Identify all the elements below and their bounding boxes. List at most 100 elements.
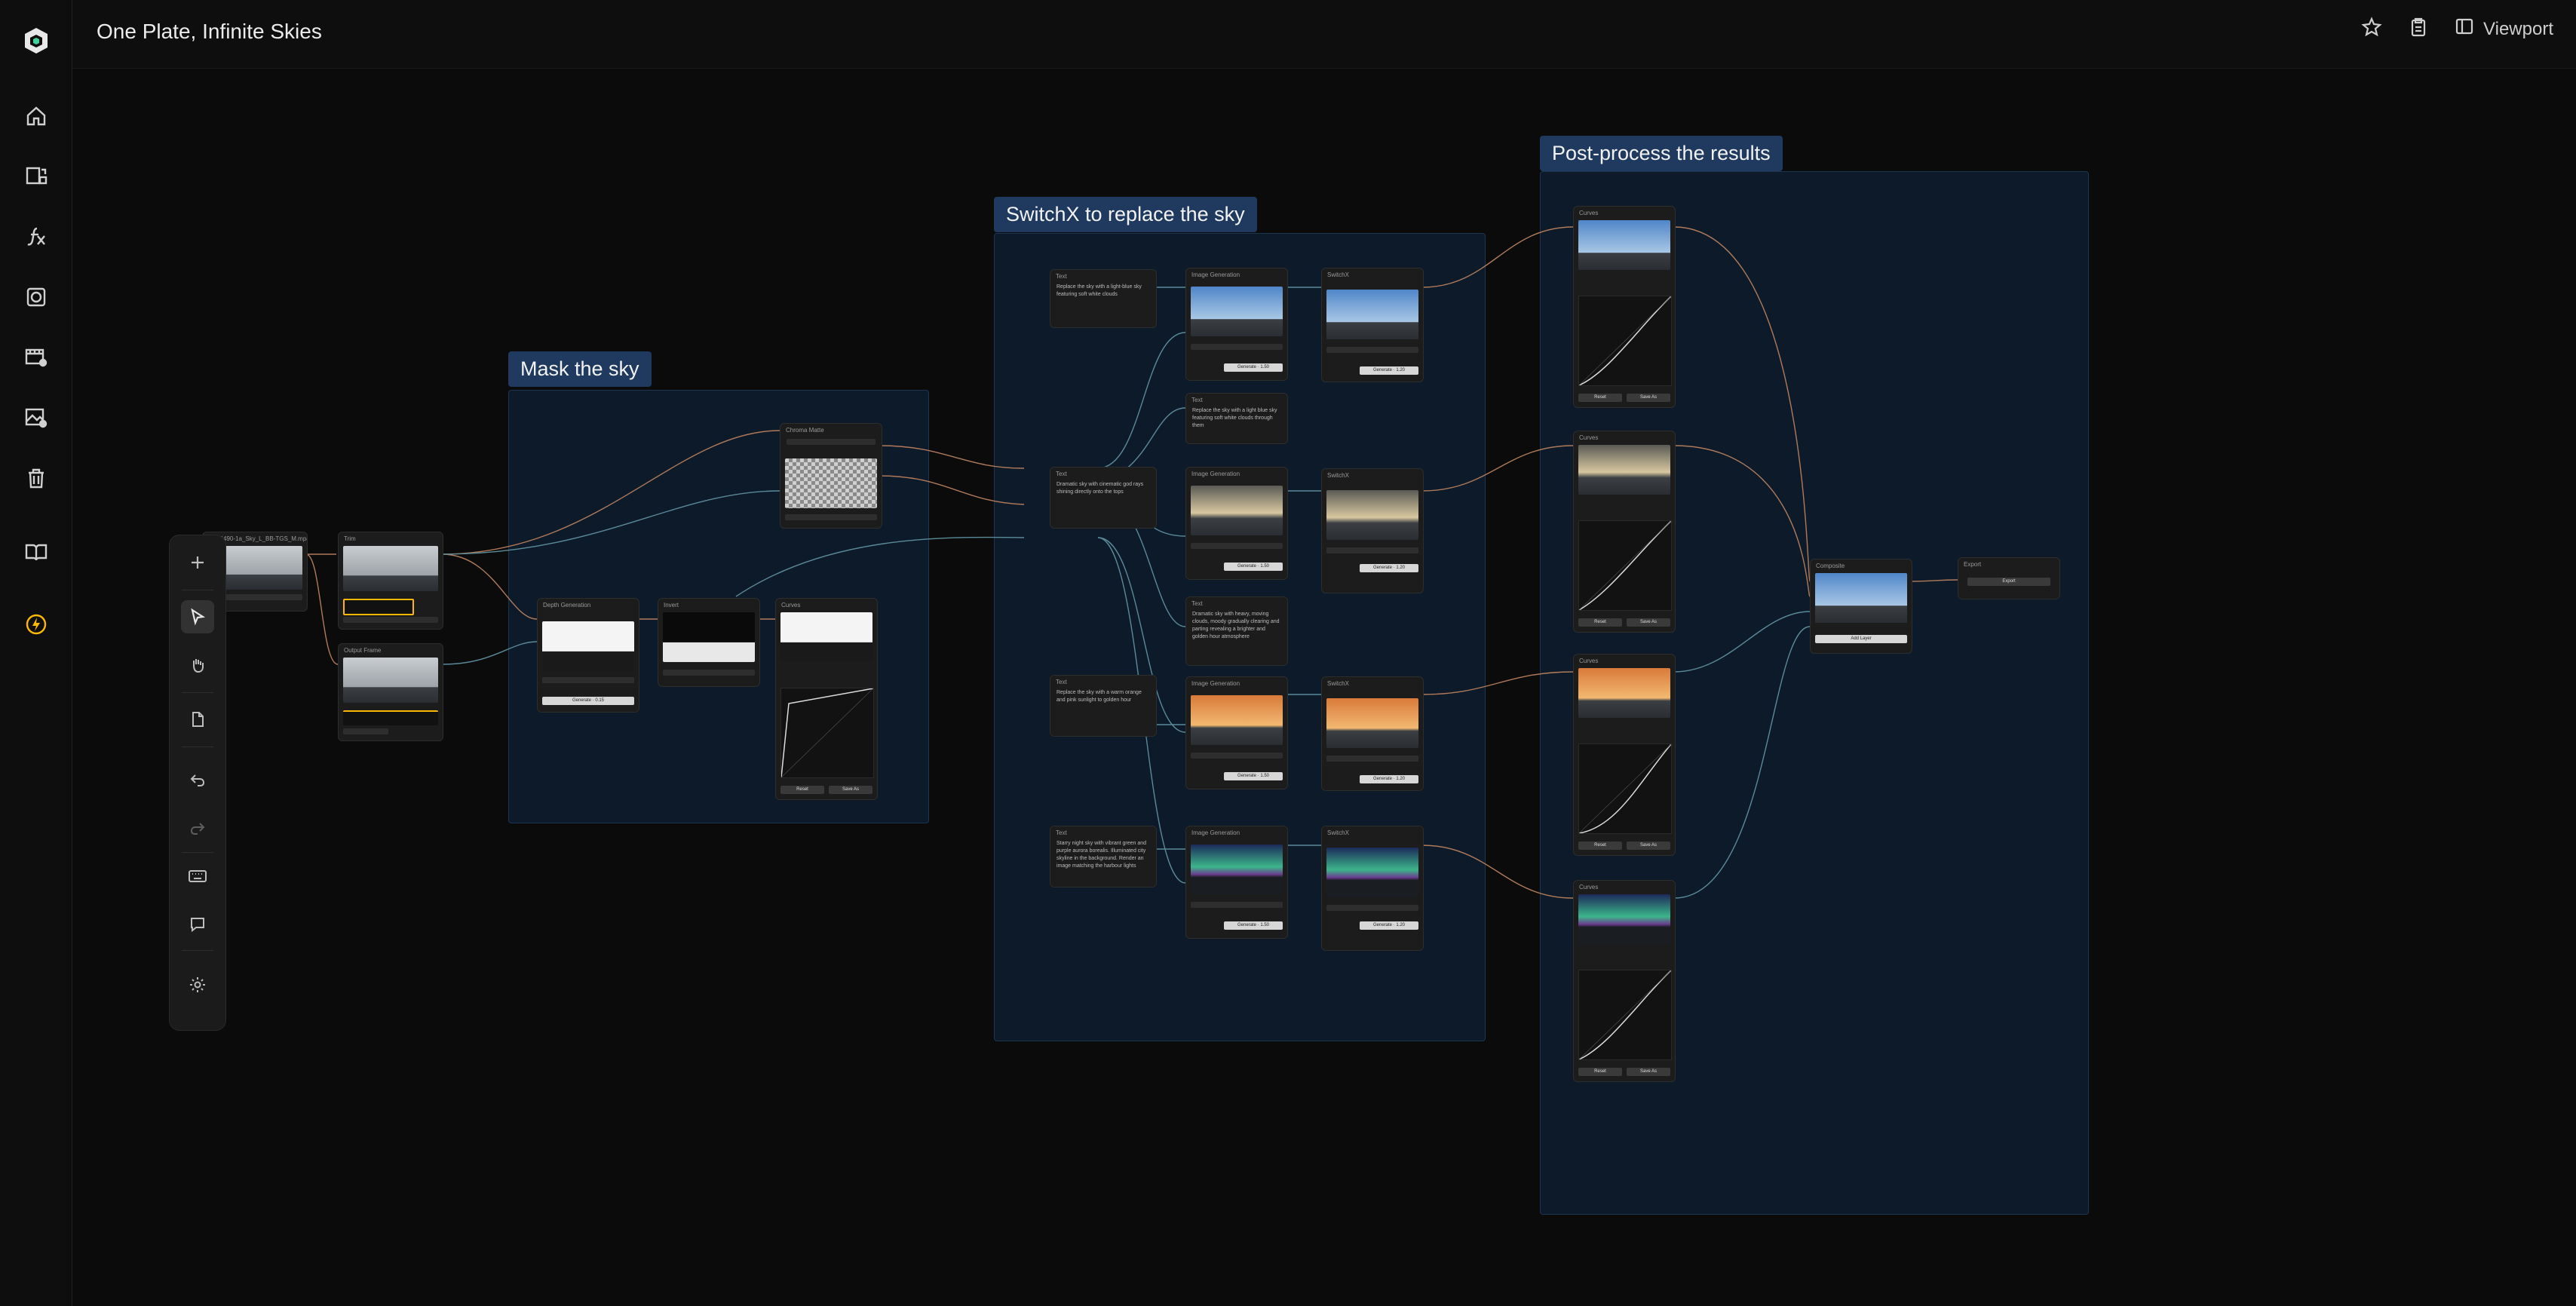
trash-icon[interactable] bbox=[21, 463, 51, 493]
curve-graph[interactable] bbox=[1578, 296, 1672, 386]
curves-node-4[interactable]: Curves Reset Save As bbox=[1573, 880, 1676, 1082]
add-layer-button[interactable]: Add Layer bbox=[1815, 635, 1907, 643]
invert-node[interactable]: Invert bbox=[658, 598, 760, 687]
image-generation-node-4[interactable]: Image Generation Generate · 1.50 bbox=[1185, 826, 1288, 939]
switchx-node-2[interactable]: SwitchX Generate · 1.20 bbox=[1321, 468, 1424, 593]
switchx-settings[interactable] bbox=[1326, 347, 1418, 353]
export-button[interactable]: Export bbox=[1967, 578, 2050, 586]
generate-button[interactable]: Generate · 1.20 bbox=[1360, 564, 1418, 572]
image-generation-node-1[interactable]: Image Generation Generate · 1.50 bbox=[1185, 268, 1288, 381]
trim-range[interactable] bbox=[343, 599, 414, 615]
switchx-node-1[interactable]: SwitchX Generate · 1.20 bbox=[1321, 268, 1424, 382]
workflow-icon[interactable] bbox=[21, 161, 51, 192]
prompt-text[interactable]: Dramatic sky with cinematic god rays shi… bbox=[1056, 481, 1150, 496]
generate-button[interactable]: Generate · 1.50 bbox=[1224, 921, 1283, 930]
switchx-node-4[interactable]: SwitchX Generate · 1.20 bbox=[1321, 826, 1424, 951]
text-node-mid[interactable]: Text Replace the sky with a light blue s… bbox=[1185, 393, 1288, 444]
image-generation-node-3[interactable]: Image Generation Generate · 1.50 bbox=[1185, 676, 1288, 789]
curve-graph[interactable] bbox=[1578, 520, 1672, 611]
frame-icon[interactable] bbox=[21, 282, 51, 312]
output-frame-node[interactable]: Output Frame bbox=[338, 643, 443, 741]
divider bbox=[182, 852, 213, 853]
text-node-golden[interactable]: Text Replace the sky with a warm orange … bbox=[1050, 675, 1157, 737]
image-settings-icon[interactable] bbox=[21, 403, 51, 433]
generate-button[interactable]: Generate · 1.20 bbox=[1360, 775, 1418, 783]
export-node[interactable]: Export Export bbox=[1958, 557, 2060, 599]
generation-settings[interactable] bbox=[1191, 902, 1283, 908]
invert-controls[interactable] bbox=[663, 670, 755, 676]
page-icon[interactable] bbox=[181, 703, 214, 736]
text-node-mid2[interactable]: Text Dramatic sky with heavy, moving clo… bbox=[1185, 596, 1288, 666]
prompt-text[interactable]: Dramatic sky with heavy, moving clouds, … bbox=[1192, 611, 1281, 662]
reset-button[interactable]: Reset bbox=[1578, 842, 1622, 850]
generate-button[interactable]: Generate · 1.20 bbox=[1360, 921, 1418, 930]
generated-image bbox=[1191, 845, 1283, 894]
save-as-button[interactable]: Save As bbox=[1627, 1068, 1670, 1076]
composite-node[interactable]: Composite Add Layer bbox=[1810, 559, 1912, 654]
curve-graph[interactable] bbox=[780, 688, 874, 778]
switchx-node-3[interactable]: SwitchX Generate · 1.20 bbox=[1321, 676, 1424, 791]
generation-settings[interactable] bbox=[1191, 344, 1283, 350]
mode-tabs[interactable] bbox=[787, 439, 876, 445]
curve-graph[interactable] bbox=[1578, 743, 1672, 834]
save-as-button[interactable]: Save As bbox=[829, 786, 872, 794]
settings-icon[interactable] bbox=[181, 968, 214, 1001]
reset-button[interactable]: Reset bbox=[1578, 1068, 1622, 1076]
curves-node-3[interactable]: Curves Reset Save As bbox=[1573, 654, 1676, 856]
chroma-matte-node[interactable]: Chroma Matte bbox=[780, 423, 882, 529]
keyboard-icon[interactable] bbox=[181, 860, 214, 893]
node-canvas[interactable]: Mask the sky SwitchX to replace the sky … bbox=[72, 69, 2576, 1306]
reset-button[interactable]: Reset bbox=[1578, 618, 1622, 627]
generation-settings[interactable] bbox=[1191, 753, 1283, 759]
curves-node-1[interactable]: Curves Reset Save As bbox=[1573, 206, 1676, 408]
select-icon[interactable] bbox=[181, 600, 214, 633]
pan-icon[interactable] bbox=[181, 648, 214, 682]
matte-controls[interactable] bbox=[785, 514, 877, 520]
generation-settings[interactable] bbox=[1191, 543, 1283, 549]
home-icon[interactable] bbox=[21, 101, 51, 131]
undo-icon[interactable] bbox=[181, 763, 214, 796]
frame-strip[interactable] bbox=[343, 710, 438, 725]
clipboard-icon[interactable] bbox=[2408, 17, 2429, 41]
switchx-settings[interactable] bbox=[1326, 756, 1418, 762]
image-generation-node-2[interactable]: Image Generation Generate · 1.50 bbox=[1185, 467, 1288, 580]
switchx-settings[interactable] bbox=[1326, 547, 1418, 553]
reset-button[interactable]: Reset bbox=[780, 786, 824, 794]
curves-mask-node[interactable]: Curves Reset Save As bbox=[775, 598, 878, 800]
invert-preview bbox=[663, 612, 755, 662]
text-node-lightblue[interactable]: Text Replace the sky with a light-blue s… bbox=[1050, 269, 1157, 328]
comment-icon[interactable] bbox=[181, 908, 214, 941]
redo-icon[interactable] bbox=[181, 811, 214, 845]
function-icon[interactable] bbox=[21, 222, 51, 252]
text-node-dramatic[interactable]: Text Dramatic sky with cinematic god ray… bbox=[1050, 467, 1157, 529]
generate-button[interactable]: Generate · 1.50 bbox=[1224, 363, 1283, 372]
curves-node-2[interactable]: Curves Reset Save As bbox=[1573, 431, 1676, 633]
generate-button[interactable]: Generate · 1.50 bbox=[1224, 563, 1283, 571]
save-as-button[interactable]: Save As bbox=[1627, 394, 1670, 402]
prompt-text[interactable]: Starry night sky with vibrant green and … bbox=[1056, 840, 1150, 884]
star-icon[interactable] bbox=[2361, 17, 2382, 41]
save-as-button[interactable]: Save As bbox=[1627, 842, 1670, 850]
trim-controls[interactable] bbox=[343, 617, 438, 623]
text-node-aurora[interactable]: Text Starry night sky with vibrant green… bbox=[1050, 826, 1157, 888]
depth-settings[interactable] bbox=[542, 677, 634, 683]
prompt-text[interactable]: Replace the sky with a warm orange and p… bbox=[1056, 689, 1150, 704]
save-as-button[interactable]: Save As bbox=[1627, 618, 1670, 627]
generate-button[interactable]: Generate · 1.20 bbox=[1360, 366, 1418, 375]
generate-button[interactable]: Generate · 1.50 bbox=[1224, 772, 1283, 780]
trim-node[interactable]: Trim bbox=[338, 532, 443, 630]
lightning-icon[interactable] bbox=[21, 609, 51, 639]
generate-button[interactable]: Generate · 0.15 bbox=[542, 697, 634, 705]
prompt-text[interactable]: Replace the sky with a light blue sky fe… bbox=[1192, 407, 1281, 440]
depth-generation-node[interactable]: Depth Generation Generate · 0.15 bbox=[537, 598, 639, 713]
prompt-text[interactable]: Replace the sky with a light-blue sky fe… bbox=[1056, 284, 1150, 299]
reset-button[interactable]: Reset bbox=[1578, 394, 1622, 402]
curve-graph[interactable] bbox=[1578, 970, 1672, 1060]
video-settings-icon[interactable] bbox=[21, 342, 51, 372]
switchx-settings[interactable] bbox=[1326, 905, 1418, 911]
logo-icon[interactable] bbox=[21, 26, 51, 56]
viewport-button[interactable]: Viewport bbox=[2455, 17, 2553, 41]
frame-controls[interactable] bbox=[343, 728, 388, 734]
book-icon[interactable] bbox=[21, 537, 51, 567]
add-icon[interactable] bbox=[181, 546, 214, 579]
